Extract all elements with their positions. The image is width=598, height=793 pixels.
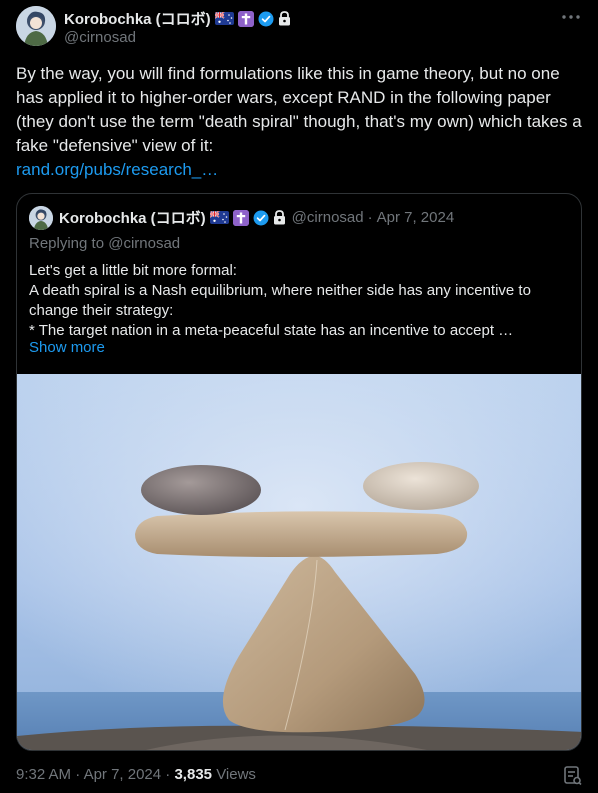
separator-dot: · bbox=[165, 766, 171, 783]
avatar[interactable] bbox=[16, 6, 56, 46]
tweet-meta: 9:32 AM · Apr 7, 2024 · 3,835 Views bbox=[16, 766, 256, 783]
separator-dot: · bbox=[367, 209, 373, 226]
quoted-author-handle[interactable]: @cirnosad bbox=[292, 209, 364, 226]
views-label: Views bbox=[216, 766, 256, 783]
author-name-row[interactable]: Korobochka (コロボ) bbox=[64, 8, 291, 29]
lock-icon bbox=[278, 11, 291, 26]
verified-badge-icon[interactable] bbox=[253, 210, 269, 226]
tweet-text: By the way, you will find formulations l… bbox=[16, 64, 582, 155]
author-name[interactable]: Korobochka (コロボ) bbox=[64, 8, 211, 29]
quoted-tweet-card[interactable]: Korobochka (コロボ) @cirnosad · Apr 7, 2024… bbox=[16, 193, 582, 751]
author-handle[interactable]: @cirnosad bbox=[64, 29, 136, 46]
quoted-author-name[interactable]: Korobochka (コロボ) bbox=[59, 207, 206, 228]
tweet-time[interactable]: 9:32 AM bbox=[16, 766, 71, 783]
australia-flag-icon bbox=[209, 211, 229, 224]
latin-cross-icon bbox=[237, 10, 254, 27]
quoted-date[interactable]: Apr 7, 2024 bbox=[377, 209, 455, 226]
lock-icon bbox=[273, 210, 286, 225]
more-options-icon[interactable] bbox=[560, 10, 582, 24]
australia-flag-icon bbox=[214, 12, 234, 25]
author-row: Korobochka (コロボ) @cirnosad bbox=[16, 6, 582, 50]
quoted-text: Let's get a little bit more formal: A de… bbox=[29, 262, 531, 339]
tweet-link[interactable]: rand.org/pubs/research_… bbox=[16, 158, 218, 182]
analytics-icon[interactable] bbox=[564, 766, 582, 786]
quoted-header: Korobochka (コロボ) @cirnosad · Apr 7, 2024 bbox=[59, 207, 454, 228]
views-count: 3,835 bbox=[174, 766, 213, 783]
replying-to: Replying to @cirnosad bbox=[29, 235, 181, 252]
quoted-avatar[interactable] bbox=[29, 206, 53, 230]
tweet-date[interactable]: Apr 7, 2024 bbox=[84, 766, 162, 783]
verified-badge-icon[interactable] bbox=[258, 11, 274, 27]
separator-dot: · bbox=[75, 766, 81, 783]
balanced-stones-image[interactable] bbox=[17, 374, 581, 750]
show-more-link[interactable]: Show more bbox=[29, 339, 105, 356]
latin-cross-icon bbox=[232, 209, 249, 226]
